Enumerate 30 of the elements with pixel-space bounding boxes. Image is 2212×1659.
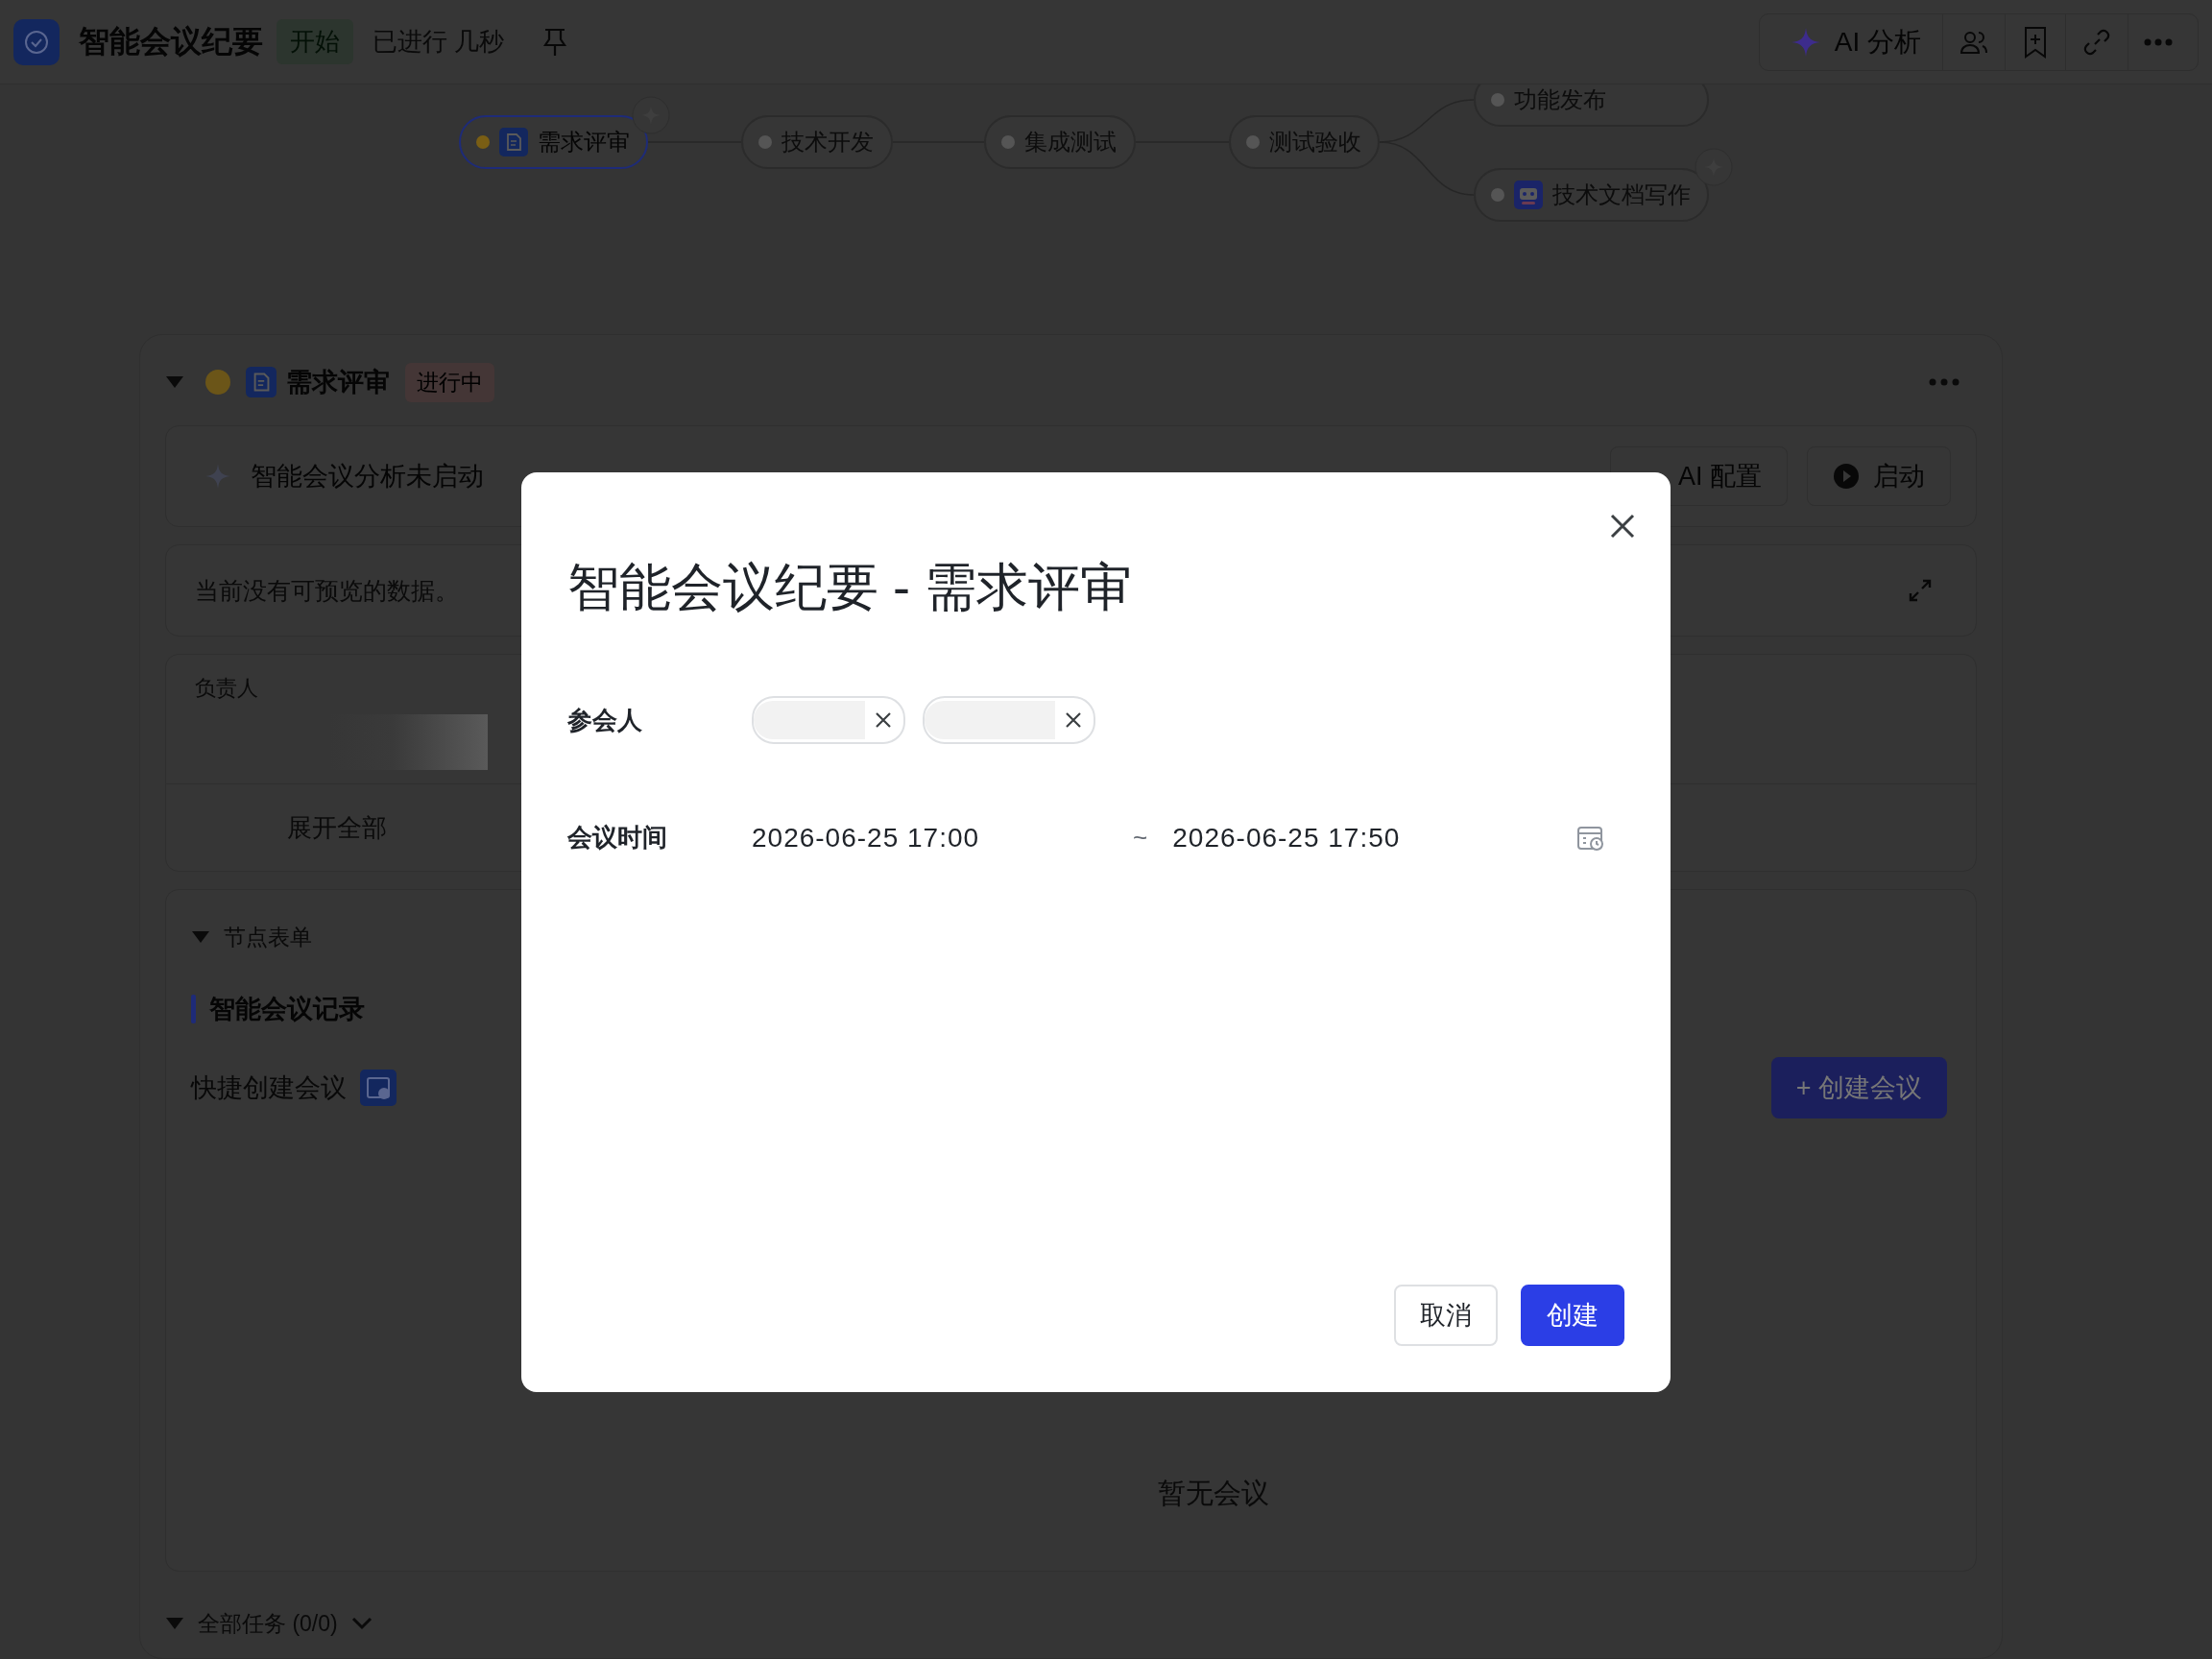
- document-icon: [246, 367, 276, 397]
- sparkle-icon: [204, 463, 231, 490]
- sparkle-icon: [632, 96, 670, 134]
- accent-bar: [191, 995, 196, 1023]
- dialog-title: 智能会议纪要 - 需求评审: [567, 557, 1133, 617]
- more-icon[interactable]: [1929, 378, 1960, 386]
- play-icon: [1833, 463, 1860, 490]
- chevron-down-icon[interactable]: [350, 1617, 373, 1630]
- app-logo-icon: [13, 18, 60, 65]
- collapse-triangle-icon[interactable]: [165, 375, 184, 389]
- end-time[interactable]: 2026-06-25 17:50: [1172, 822, 1401, 854]
- remove-icon[interactable]: [1065, 711, 1082, 729]
- expand-icon[interactable]: [1907, 577, 1934, 604]
- collapse-triangle-icon[interactable]: [191, 930, 210, 944]
- close-icon[interactable]: [1609, 513, 1636, 540]
- start-time[interactable]: 2026-06-25 17:00: [752, 822, 980, 854]
- calendar-icon: [360, 1070, 397, 1106]
- remove-icon[interactable]: [875, 711, 892, 729]
- field-label: 会议时间: [567, 822, 668, 854]
- pin-icon[interactable]: [542, 27, 568, 57]
- robot-icon: [1514, 180, 1543, 209]
- create-button[interactable]: 创建: [1521, 1285, 1624, 1346]
- cancel-button[interactable]: 取消: [1394, 1285, 1498, 1346]
- collapse-triangle-icon[interactable]: [165, 1617, 184, 1630]
- status-tag: 进行中: [405, 362, 494, 402]
- status-dot: [205, 370, 230, 395]
- range-separator: ~: [1133, 823, 1148, 853]
- field-label: 参会人: [567, 704, 643, 736]
- create-meeting-button[interactable]: + 创建会议: [1770, 1057, 1947, 1118]
- document-icon: [499, 128, 528, 156]
